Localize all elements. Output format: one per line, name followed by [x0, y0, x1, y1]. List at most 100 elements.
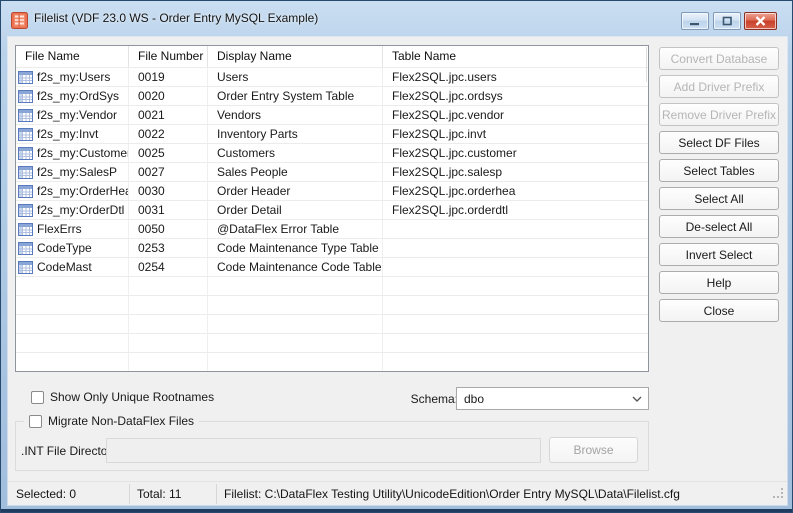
table-name-cell: [383, 220, 648, 238]
close-button[interactable]: [744, 12, 777, 30]
maximize-button[interactable]: [713, 12, 741, 30]
display-name-cell: Sales People: [208, 163, 383, 181]
display-name-cell: Inventory Parts: [208, 125, 383, 143]
table-icon: [18, 166, 33, 179]
convert-database-button[interactable]: Convert Database: [659, 47, 779, 70]
close-button[interactable]: Close: [659, 299, 779, 322]
migrate-non-dataflex-label: Migrate Non-DataFlex Files: [48, 414, 194, 428]
table-icon: [18, 185, 33, 198]
file-name-cell: FlexErrs: [16, 220, 129, 238]
show-only-unique-rootnames-checkbox[interactable]: [31, 391, 44, 404]
file-name-cell: f2s_my:Customer: [16, 144, 129, 162]
table-row[interactable]: f2s_my:Customer0025CustomersFlex2SQL.jpc…: [16, 143, 648, 162]
file-number-cell: 0030: [129, 182, 208, 200]
file-number-cell: 0254: [129, 258, 208, 276]
table-row[interactable]: f2s_my:OrderDtl0031Order DetailFlex2SQL.…: [16, 200, 648, 219]
table-row[interactable]: f2s_my:Invt0022Inventory PartsFlex2SQL.j…: [16, 124, 648, 143]
dialog-content: File Name File Number Display Name Table…: [8, 37, 787, 505]
table-row[interactable]: FlexErrs0050@DataFlex Error Table: [16, 219, 648, 238]
file-name-cell: f2s_my:Vendor: [16, 106, 129, 124]
select-tables-button[interactable]: Select Tables: [659, 159, 779, 182]
migrate-option: Migrate Non-DataFlex Files: [24, 414, 199, 428]
table-name-cell: Flex2SQL.jpc.invt: [383, 125, 648, 143]
table-row[interactable]: f2s_my:OrderHea0030Order HeaderFlex2SQL.…: [16, 181, 648, 200]
table-row[interactable]: f2s_my:Vendor0021VendorsFlex2SQL.jpc.ven…: [16, 105, 648, 124]
status-separator: [129, 484, 130, 504]
file-name-cell: CodeMast: [16, 258, 129, 276]
file-number-cell: 0019: [129, 68, 208, 86]
table-name-cell: Flex2SQL.jpc.users: [383, 68, 648, 86]
display-name-cell: Order Detail: [208, 201, 383, 219]
table-icon: [18, 71, 33, 84]
schema-label: Schema:: [405, 392, 458, 406]
table-name-cell: Flex2SQL.jpc.orderdtl: [383, 201, 648, 219]
resize-grip-icon[interactable]: [773, 488, 784, 502]
file-number-cell: 0031: [129, 201, 208, 219]
status-filelist-path: Filelist: C:\DataFlex Testing Utility\Un…: [224, 487, 680, 501]
int-file-directory-input[interactable]: [106, 438, 541, 463]
select-df-files-button[interactable]: Select DF Files: [659, 131, 779, 154]
grid-header: File Name File Number Display Name Table…: [16, 46, 648, 67]
table-name-cell: Flex2SQL.jpc.vendor: [383, 106, 648, 124]
display-name-cell: Order Header: [208, 182, 383, 200]
table-icon: [18, 147, 33, 160]
status-selected: Selected: 0: [16, 487, 76, 501]
table-name-cell: Flex2SQL.jpc.customer: [383, 144, 648, 162]
migrate-non-dataflex-checkbox[interactable]: [29, 415, 42, 428]
grid-body: f2s_my:Users0019UsersFlex2SQL.jpc.usersf…: [16, 67, 648, 371]
table-row[interactable]: f2s_my:SalesP0027Sales PeopleFlex2SQL.jp…: [16, 162, 648, 181]
display-name-cell: @DataFlex Error Table: [208, 220, 383, 238]
file-number-cell: 0253: [129, 239, 208, 257]
table-name-cell: Flex2SQL.jpc.salesp: [383, 163, 648, 181]
table-name-cell: [383, 239, 648, 257]
window-title: Filelist (VDF 23.0 WS - Order Entry MySQ…: [34, 11, 318, 25]
display-name-cell: Order Entry System Table: [208, 87, 383, 105]
table-row[interactable]: f2s_my:OrdSys0020Order Entry System Tabl…: [16, 86, 648, 105]
table-name-cell: [383, 258, 648, 276]
file-number-cell: 0021: [129, 106, 208, 124]
display-name-cell: Code Maintenance Type Table: [208, 239, 383, 257]
file-name-cell: f2s_my:Users: [16, 68, 129, 86]
close-icon: [755, 16, 766, 26]
file-number-cell: 0025: [129, 144, 208, 162]
file-number-cell: 0027: [129, 163, 208, 181]
display-name-cell: Customers: [208, 144, 383, 162]
remove-driver-prefix-button[interactable]: Remove Driver Prefix: [659, 103, 779, 126]
minimize-button[interactable]: [681, 12, 709, 30]
chevron-down-icon: [626, 396, 648, 402]
column-header-file-number[interactable]: File Number: [129, 46, 208, 67]
schema-selected-value: dbo: [457, 392, 626, 406]
invert-select-button[interactable]: Invert Select: [659, 243, 779, 266]
status-total: Total: 11: [137, 487, 181, 501]
table-name-cell: Flex2SQL.jpc.ordsys: [383, 87, 648, 105]
file-name-cell: CodeType: [16, 239, 129, 257]
grid-right-separator: [646, 47, 647, 82]
table-icon: [18, 90, 33, 103]
file-name-cell: f2s_my:Invt: [16, 125, 129, 143]
minimize-icon: [689, 17, 701, 26]
maximize-icon: [722, 16, 733, 26]
de-select-all-button[interactable]: De-select All: [659, 215, 779, 238]
browse-button[interactable]: Browse: [549, 437, 638, 463]
column-header-display-name[interactable]: Display Name: [208, 46, 383, 67]
add-driver-prefix-button[interactable]: Add Driver Prefix: [659, 75, 779, 98]
table-row[interactable]: CodeMast0254Code Maintenance Code Table: [16, 257, 648, 276]
file-name-cell: f2s_my:OrdSys: [16, 87, 129, 105]
select-all-button[interactable]: Select All: [659, 187, 779, 210]
schema-dropdown[interactable]: dbo: [456, 387, 649, 410]
show-unique-rootnames-option: Show Only Unique Rootnames: [31, 390, 214, 404]
empty-row: [16, 295, 648, 314]
column-header-file-name[interactable]: File Name: [16, 46, 129, 67]
table-row[interactable]: f2s_my:Users0019UsersFlex2SQL.jpc.users: [16, 67, 648, 86]
empty-row: [16, 314, 648, 333]
table-icon: [18, 242, 33, 255]
help-button[interactable]: Help: [659, 271, 779, 294]
display-name-cell: Vendors: [208, 106, 383, 124]
table-row[interactable]: CodeType0253Code Maintenance Type Table: [16, 238, 648, 257]
table-icon: [18, 204, 33, 217]
file-number-cell: 0020: [129, 87, 208, 105]
table-icon: [18, 223, 33, 236]
titlebar: Filelist (VDF 23.0 WS - Order Entry MySQ…: [1, 1, 792, 37]
filelist-grid: File Name File Number Display Name Table…: [15, 45, 649, 372]
column-header-table-name[interactable]: Table Name: [383, 46, 648, 67]
